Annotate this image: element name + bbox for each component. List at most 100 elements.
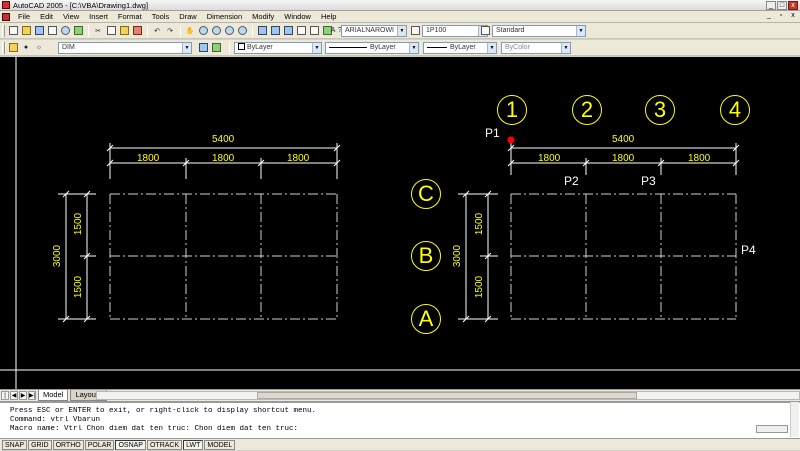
text-style-value: ARIALNAROWI xyxy=(345,27,395,34)
document-icon[interactable] xyxy=(2,12,10,21)
axis-bubble-2: 2 xyxy=(572,95,602,125)
paste-icon[interactable] xyxy=(118,25,130,37)
scroll-thumb[interactable] xyxy=(257,392,637,399)
copy-icon[interactable] xyxy=(105,25,117,37)
doc-close-button[interactable]: x xyxy=(788,12,798,21)
table-style-icon[interactable] xyxy=(479,25,491,37)
menu-modify[interactable]: Modify xyxy=(247,11,279,23)
markup-icon[interactable] xyxy=(308,25,320,37)
color-dropdown[interactable]: ByLayer ▼ xyxy=(234,42,322,54)
horizontal-scrollbar[interactable] xyxy=(96,391,800,400)
match-properties-icon[interactable] xyxy=(131,25,143,37)
pan-icon[interactable]: ✋ xyxy=(184,25,196,37)
make-current-icon[interactable] xyxy=(197,42,209,54)
undo-icon[interactable]: ↶ xyxy=(151,25,163,37)
right-dim-seg-v-2: 1500 xyxy=(474,275,486,299)
minimize-button[interactable]: _ xyxy=(766,1,776,10)
text-style-icon[interactable]: A xyxy=(327,25,339,37)
lineweight-value: ByLayer xyxy=(450,44,476,51)
autocad-window: AutoCAD 2005 - [C:\VBA\Drawing1.dwg] _ □… xyxy=(0,0,800,450)
status-snap[interactable]: SNAP xyxy=(2,439,28,450)
standard-toolbar: ✂ ↶ ↷ ✋ ? A ARIALNAROWI▼ 1P100▼ Standard… xyxy=(0,23,800,39)
title-bar: AutoCAD 2005 - [C:\VBA\Drawing1.dwg] _ □… xyxy=(0,0,800,11)
toolbar-grip[interactable] xyxy=(2,24,5,37)
status-bar: SNAP GRID ORTHO POLAR OSNAP OTRACK LWT M… xyxy=(0,438,800,450)
new-icon[interactable] xyxy=(7,25,19,37)
menu-file[interactable]: File xyxy=(13,11,35,23)
next-tab-button[interactable]: ▶ xyxy=(19,391,27,400)
menu-window[interactable]: Window xyxy=(279,11,316,23)
preview-icon[interactable] xyxy=(59,25,71,37)
menu-draw[interactable]: Draw xyxy=(174,11,202,23)
left-dim-seg-h-1: 1800 xyxy=(137,153,160,164)
command-scrollbar[interactable] xyxy=(790,402,799,437)
text-style-dropdown[interactable]: ARIALNAROWI ▼ xyxy=(341,25,407,37)
layer-previous-icon[interactable] xyxy=(210,42,222,54)
menu-format[interactable]: Format xyxy=(113,11,147,23)
status-otrack[interactable]: OTRACK xyxy=(146,439,183,450)
sheet-set-icon[interactable] xyxy=(295,25,307,37)
doc-restore-button[interactable]: ▫ xyxy=(776,12,786,21)
cut-icon[interactable]: ✂ xyxy=(92,25,104,37)
axis-bubble-3: 3 xyxy=(645,95,675,125)
command-scroll-thumb[interactable] xyxy=(756,425,788,433)
maximize-button[interactable]: □ xyxy=(777,1,787,10)
dim-style-value: 1P100 xyxy=(426,27,447,34)
zoom-realtime-icon[interactable] xyxy=(197,25,209,37)
properties-icon[interactable] xyxy=(256,25,268,37)
right-dim-seg-h-3: 1800 xyxy=(688,153,711,164)
left-dimensions xyxy=(58,143,341,323)
right-dim-seg-h-1: 1800 xyxy=(538,153,561,164)
redo-icon[interactable]: ↷ xyxy=(164,25,176,37)
status-polar[interactable]: POLAR xyxy=(84,439,115,450)
axis-bubble-c: C xyxy=(411,179,441,209)
window-title: AutoCAD 2005 - [C:\VBA\Drawing1.dwg] xyxy=(13,0,149,10)
plotstyle-dropdown[interactable]: ByColor ▼ xyxy=(501,42,571,54)
publish-icon[interactable] xyxy=(72,25,84,37)
menu-help[interactable]: Help xyxy=(316,11,341,23)
zoom-extents-icon[interactable] xyxy=(236,25,248,37)
drawing-area[interactable]: 5400 1800 1800 1800 3000 1500 1500 5400 … xyxy=(0,57,800,389)
menu-view[interactable]: View xyxy=(58,11,84,23)
left-dim-seg-v-2: 1500 xyxy=(73,275,85,299)
first-tab-button[interactable]: |◀ xyxy=(1,391,9,407)
p1-marker xyxy=(507,136,515,144)
close-button[interactable]: x xyxy=(788,1,798,10)
app-icon xyxy=(2,1,10,9)
doc-minimize-button[interactable]: _ xyxy=(764,12,774,21)
linetype-value: ByLayer xyxy=(370,44,396,51)
menu-tools[interactable]: Tools xyxy=(147,11,175,23)
last-tab-button[interactable]: ▶| xyxy=(28,391,36,400)
linetype-dropdown[interactable]: ByLayer ▼ xyxy=(325,42,419,54)
status-osnap[interactable]: OSNAP xyxy=(115,439,146,450)
dim-style-icon[interactable] xyxy=(409,25,421,37)
layer-on-icon: ● xyxy=(23,44,29,51)
open-icon[interactable] xyxy=(20,25,32,37)
layer-manager-icon[interactable] xyxy=(7,42,19,54)
zoom-window-icon[interactable] xyxy=(210,25,222,37)
right-grid xyxy=(510,193,737,320)
table-style-dropdown[interactable]: Standard ▼ xyxy=(492,25,586,37)
command-window[interactable]: Press ESC or ENTER to exit, or right-cli… xyxy=(0,401,800,438)
left-dim-seg-h-3: 1800 xyxy=(287,153,310,164)
zoom-previous-icon[interactable] xyxy=(223,25,235,37)
menu-dimension[interactable]: Dimension xyxy=(202,11,247,23)
print-icon[interactable] xyxy=(46,25,58,37)
status-model[interactable]: MODEL xyxy=(204,439,236,450)
menu-insert[interactable]: Insert xyxy=(84,11,113,23)
right-dim-overall-v: 3000 xyxy=(452,244,464,268)
menu-edit[interactable]: Edit xyxy=(35,11,58,23)
status-lwt[interactable]: LWT xyxy=(183,439,204,450)
point-label-p2: P2 xyxy=(564,174,579,188)
design-center-icon[interactable] xyxy=(269,25,281,37)
layer-dropdown[interactable]: DIM ▼ xyxy=(58,42,192,54)
lineweight-dropdown[interactable]: ByLayer ▼ xyxy=(423,42,497,54)
status-ortho[interactable]: ORTHO xyxy=(52,439,84,450)
drawing-svg xyxy=(0,57,800,389)
tool-palettes-icon[interactable] xyxy=(282,25,294,37)
prev-tab-button[interactable]: ◀ xyxy=(10,391,18,400)
save-icon[interactable] xyxy=(33,25,45,37)
status-grid[interactable]: GRID xyxy=(28,439,52,450)
tab-model[interactable]: Model xyxy=(38,390,69,401)
toolbar-grip[interactable] xyxy=(2,41,5,54)
